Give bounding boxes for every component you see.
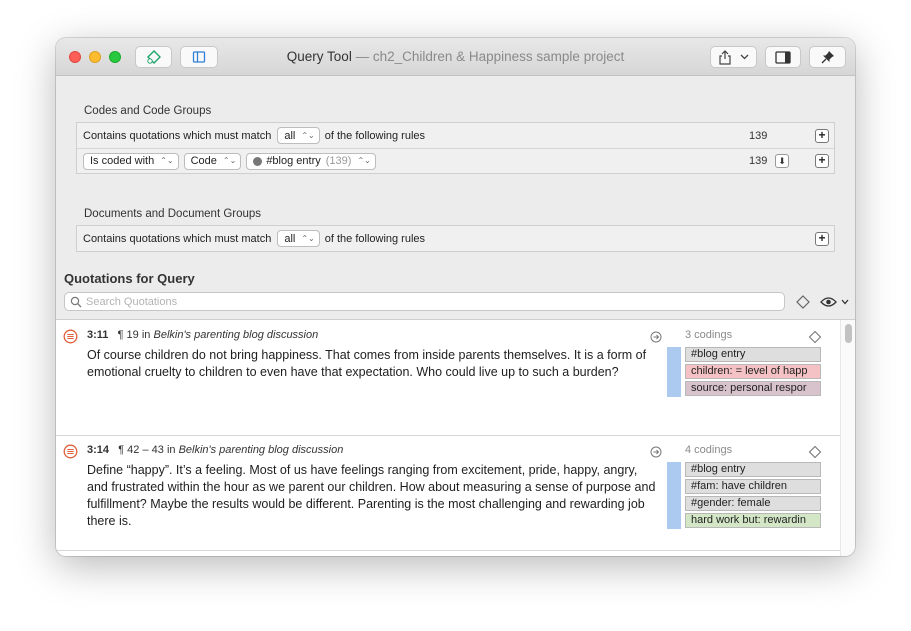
share-menu-button[interactable] [710, 46, 757, 68]
updown-arrows-icon: ⌃⌄ [222, 156, 237, 165]
codes-rules-box: Contains quotations which must match all… [76, 122, 835, 174]
condition-code-value: #blog entry [266, 155, 321, 167]
window-title-project: — ch2_Children & Happiness sample projec… [351, 49, 625, 64]
documents-match-mode-value: all [284, 232, 296, 245]
codes-rule-prefix: Contains quotations which must match [83, 129, 272, 142]
eye-icon [820, 297, 837, 307]
chevron-down-icon [740, 54, 749, 60]
documents-match-rule: Contains quotations which must match all… [77, 226, 834, 251]
documents-section-label: Documents and Document Groups [84, 208, 262, 220]
window-title-main: Query Tool [286, 49, 352, 64]
search-icon [70, 296, 82, 307]
quotation-list-scrollbar[interactable] [840, 320, 855, 556]
condition-operator-select[interactable]: Is coded with ⌃⌄ [83, 152, 179, 170]
documents-rules-box: Contains quotations which must match all… [76, 225, 835, 252]
quotation-text: Define “happy”. It’s a feeling. Most of … [87, 463, 656, 528]
quotation-icon [63, 329, 78, 344]
codes-match-mode-select[interactable]: all ⌃⌄ [277, 127, 320, 144]
code-tag[interactable]: hard work but: rewardin [685, 513, 821, 528]
quotation-icon [63, 444, 78, 459]
quotation-document: Belkin's parenting blog discussion [153, 329, 319, 341]
codes-match-rule: Contains quotations which must match all… [77, 123, 834, 148]
quotation-list: 3:11 ¶ 19 in Belkin's parenting blog dis… [56, 319, 855, 556]
quotation-in: in [166, 444, 176, 456]
share-icon [719, 49, 731, 65]
codes-section-label: Codes and Code Groups [84, 105, 212, 117]
condition-code-count: (139) [325, 155, 352, 167]
codings-count: 4 codings [685, 444, 733, 456]
documents-rule-suffix: of the following rules [324, 232, 426, 245]
go-to-quotation-icon[interactable] [650, 331, 662, 343]
quotation-text: Of course children do not bring happines… [87, 348, 647, 379]
codes-match-mode-value: all [284, 129, 296, 142]
add-condition-button[interactable]: + [815, 154, 829, 168]
coding-margin-bar [667, 347, 681, 397]
condition-operator-value: Is coded with [90, 155, 155, 167]
updown-arrows-icon: ⌃⌄ [160, 156, 174, 165]
quotation-row[interactable]: 3:11 ¶ 19 in Belkin's parenting blog dis… [56, 320, 840, 436]
quotations-title: Quotations for Query [64, 271, 195, 286]
updown-arrows-icon: ⌃⌄ [301, 233, 315, 243]
codings-count: 3 codings [685, 329, 733, 341]
pin-icon [821, 51, 834, 64]
code-condition-row: Is coded with ⌃⌄ Code ⌃⌄ #blog entry (13… [77, 148, 834, 173]
codes-total-count: 139 [749, 129, 768, 142]
diamond-icon[interactable] [795, 294, 811, 310]
chevron-down-icon [841, 299, 849, 305]
quotation-paragraph: ¶ 42 – 43 [118, 444, 164, 456]
code-tag[interactable]: #gender: female [685, 496, 821, 511]
condition-type-value: Code [190, 155, 217, 167]
code-tag[interactable]: source: personal respor [685, 381, 821, 396]
condition-type-select[interactable]: Code ⌃⌄ [183, 152, 242, 170]
quotation-search-input[interactable] [86, 295, 766, 308]
updown-arrows-icon: ⌃⌄ [357, 156, 371, 165]
quotation-row[interactable]: 3:14 ¶ 42 – 43 in Belkin's parenting blo… [56, 435, 840, 551]
add-document-rule-button[interactable]: + [815, 231, 829, 246]
title-bar: Query Tool — ch2_Children & Happiness sa… [56, 38, 855, 76]
quotation-header: 3:14 ¶ 42 – 43 in Belkin's parenting blo… [87, 444, 343, 456]
query-tool-window: Query Tool — ch2_Children & Happiness sa… [56, 38, 855, 556]
quotation-search-box [64, 292, 785, 311]
codes-rule-suffix: of the following rules [324, 129, 426, 142]
diamond-icon[interactable] [808, 330, 822, 344]
quotation-in: in [141, 329, 151, 341]
condition-result-count: 139 [749, 155, 768, 167]
documents-rule-prefix: Contains quotations which must match [83, 232, 272, 245]
scrollbar-thumb[interactable] [845, 324, 852, 343]
quotation-document: Belkin's parenting blog discussion [178, 444, 344, 456]
condition-code-select[interactable]: #blog entry (139) ⌃⌄ [246, 152, 376, 170]
toggle-sidebar-button[interactable] [765, 46, 801, 68]
code-tag[interactable]: #blog entry [685, 347, 821, 362]
visibility-menu-button[interactable] [820, 294, 850, 310]
add-code-rule-button[interactable]: + [815, 128, 829, 143]
documents-match-mode-select[interactable]: all ⌃⌄ [277, 230, 320, 247]
quotation-id: 3:11 [87, 329, 109, 341]
code-tag[interactable]: #fam: have children [685, 479, 821, 494]
updown-arrows-icon: ⌃⌄ [301, 130, 315, 140]
code-tag[interactable]: children: = level of happ [685, 364, 821, 379]
go-to-quotation-icon[interactable] [650, 446, 662, 458]
code-tag[interactable]: #blog entry [685, 462, 821, 477]
download-icon[interactable]: ⬇ [775, 154, 789, 168]
code-color-dot [253, 156, 263, 166]
quotation-paragraph: ¶ 19 [117, 329, 139, 341]
diamond-icon[interactable] [808, 445, 822, 459]
coding-margin-bar [667, 462, 681, 529]
pin-window-button[interactable] [809, 46, 846, 68]
quotation-header: 3:11 ¶ 19 in Belkin's parenting blog dis… [87, 329, 318, 341]
sidebar-icon [775, 50, 791, 64]
quotation-id: 3:14 [87, 444, 110, 456]
